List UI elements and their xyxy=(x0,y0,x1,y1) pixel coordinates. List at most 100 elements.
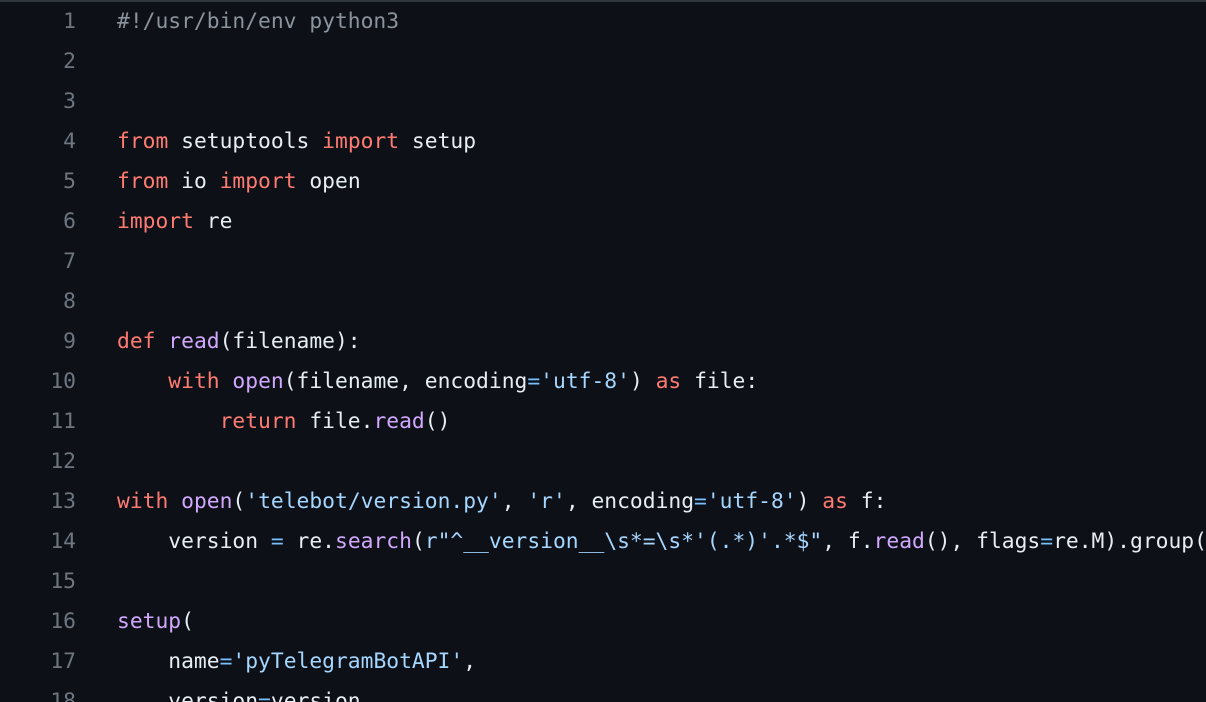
line-code: def read(filename): xyxy=(117,322,361,362)
code-line[interactable]: 12 xyxy=(0,442,1206,482)
line-code: version=version, xyxy=(117,682,373,702)
code-line[interactable]: 14 version = re.search(r"^__version__\s*… xyxy=(0,522,1206,562)
code-token: setuptools xyxy=(168,129,323,154)
code-token: def xyxy=(117,329,156,354)
line-number[interactable]: 5 xyxy=(0,162,76,202)
code-token: as xyxy=(655,369,682,394)
code-token: name xyxy=(117,649,220,674)
code-token: 'utf-8' xyxy=(706,489,797,514)
line-code: version = re.search(r"^__version__\s*=\s… xyxy=(117,522,1206,562)
code-line[interactable]: 2 xyxy=(0,42,1206,82)
line-number[interactable]: 16 xyxy=(0,602,76,642)
code-token: re xyxy=(193,209,233,234)
code-line[interactable]: 10 with open(filename, encoding='utf-8')… xyxy=(0,362,1206,402)
code-token: (filename, encoding xyxy=(283,369,528,394)
code-token: version, xyxy=(270,689,374,702)
line-number[interactable]: 14 xyxy=(0,522,76,562)
code-token: file: xyxy=(681,369,759,394)
code-token: file. xyxy=(296,409,374,434)
code-token: with xyxy=(117,489,169,514)
code-token: = xyxy=(1040,529,1054,554)
line-code: from io import open xyxy=(117,162,361,202)
code-token: = xyxy=(527,369,541,394)
code-line[interactable]: 15 xyxy=(0,562,1206,602)
code-token: = xyxy=(270,529,284,554)
line-code: return file.read() xyxy=(117,402,451,442)
line-number[interactable]: 11 xyxy=(0,402,76,442)
code-line[interactable]: 5 from io import open xyxy=(0,162,1206,202)
code-token: r"^__version__\s*=\s*'(.*)'.*$" xyxy=(424,529,823,554)
line-code: name='pyTelegramBotAPI', xyxy=(117,642,476,682)
code-token: open xyxy=(296,169,361,194)
line-number[interactable]: 8 xyxy=(0,282,76,322)
code-token: (filename): xyxy=(219,329,361,354)
code-token: read xyxy=(373,409,425,434)
line-number[interactable]: 12 xyxy=(0,442,76,482)
code-token: , xyxy=(501,489,528,514)
line-code: #!/usr/bin/env python3 xyxy=(117,2,399,42)
code-token: f: xyxy=(847,489,887,514)
line-number[interactable]: 15 xyxy=(0,562,76,602)
code-token: setup xyxy=(117,609,182,634)
code-token: version xyxy=(117,689,259,702)
line-number[interactable]: 7 xyxy=(0,242,76,282)
code-line[interactable]: 1 #!/usr/bin/env python3 xyxy=(0,2,1206,42)
code-line[interactable]: 16 setup( xyxy=(0,602,1206,642)
code-line[interactable]: 13 with open('telebot/version.py', 'r', e… xyxy=(0,482,1206,522)
line-number[interactable]: 4 xyxy=(0,122,76,162)
code-token: from xyxy=(117,169,169,194)
code-token: import xyxy=(219,169,297,194)
code-token: 'r' xyxy=(527,489,566,514)
code-token: from xyxy=(117,129,169,154)
code-line[interactable]: 6 import re xyxy=(0,202,1206,242)
code-token: open xyxy=(232,369,284,394)
code-token: import xyxy=(117,209,194,234)
code-token: re.M).group(1) xyxy=(1053,529,1206,554)
code-line[interactable]: 9 def read(filename): xyxy=(0,322,1206,362)
line-number[interactable]: 9 xyxy=(0,322,76,362)
code-line[interactable]: 8 xyxy=(0,282,1206,322)
code-token: ( xyxy=(181,609,194,634)
line-number[interactable]: 6 xyxy=(0,202,76,242)
code-token: io xyxy=(168,169,220,194)
code-token: open xyxy=(181,489,233,514)
line-number[interactable]: 18 xyxy=(0,682,76,702)
line-number[interactable]: 17 xyxy=(0,642,76,682)
line-code: with open('telebot/version.py', 'r', enc… xyxy=(117,482,886,522)
line-number[interactable]: 1 xyxy=(0,2,76,42)
code-line[interactable]: 4 from setuptools import setup xyxy=(0,122,1206,162)
code-token: ) xyxy=(796,489,823,514)
code-line[interactable]: 17 name='pyTelegramBotAPI', xyxy=(0,642,1206,682)
code-token: ( xyxy=(411,529,425,554)
code-token: 'utf-8' xyxy=(540,369,630,394)
code-token: (), flags xyxy=(924,529,1041,554)
code-line[interactable]: 11 return file.read() xyxy=(0,402,1206,442)
code-token: search xyxy=(335,529,412,554)
code-token: 'telebot/version.py' xyxy=(245,489,502,514)
code-token: read xyxy=(168,329,220,354)
line-number[interactable]: 10 xyxy=(0,362,76,402)
code-line[interactable]: 3 xyxy=(0,82,1206,122)
line-code: from setuptools import setup xyxy=(117,122,476,162)
code-token: read xyxy=(873,529,925,554)
code-token: version xyxy=(117,529,271,554)
code-token: setup xyxy=(399,129,477,154)
code-line[interactable]: 18 version=version, xyxy=(0,682,1206,702)
code-token: ( xyxy=(232,489,246,514)
line-number[interactable]: 13 xyxy=(0,482,76,522)
line-number[interactable]: 3 xyxy=(0,82,76,122)
line-number[interactable]: 2 xyxy=(0,42,76,82)
code-token: , xyxy=(463,649,477,674)
code-viewer[interactable]: 1 #!/usr/bin/env python3 2 3 4 from setuptool… xyxy=(0,2,1206,702)
code-token: ) xyxy=(629,369,656,394)
code-token: as xyxy=(822,489,848,514)
code-token: = xyxy=(219,649,233,674)
code-line[interactable]: 7 xyxy=(0,242,1206,282)
code-token: () xyxy=(424,409,451,434)
line-code: setup( xyxy=(117,602,194,642)
code-token: with xyxy=(168,369,220,394)
